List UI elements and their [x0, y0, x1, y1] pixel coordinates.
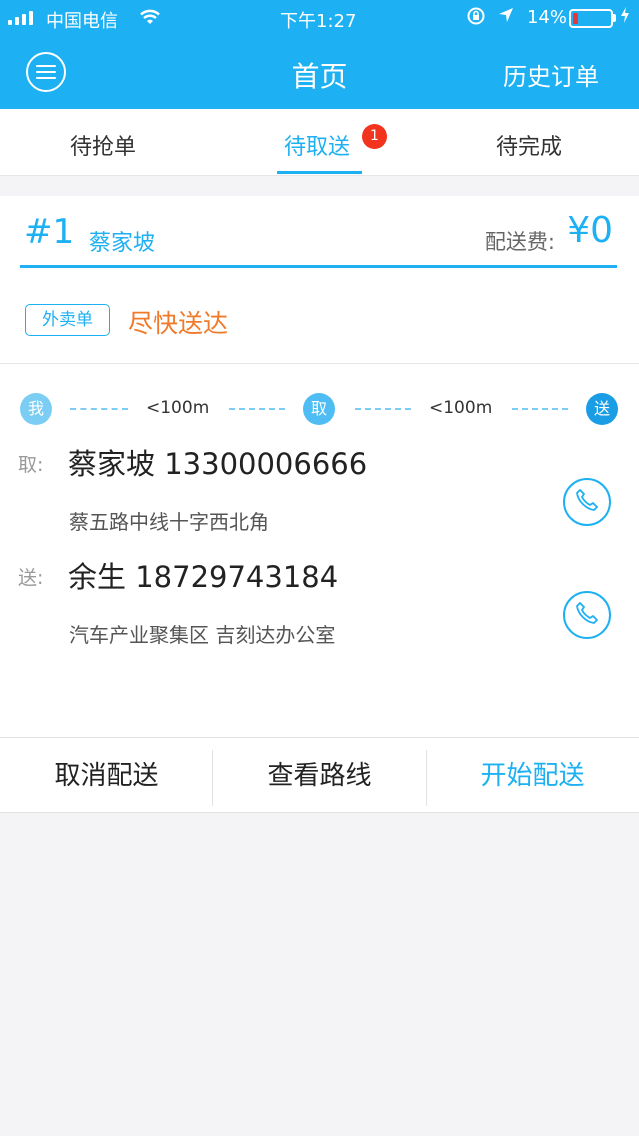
- phone-icon: [574, 487, 600, 517]
- order-card: #1 蔡家坡 配送费: ¥0 外卖单 尽快送达 我 <100m 取 <100m …: [0, 196, 639, 737]
- route-node-me: 我: [20, 393, 52, 425]
- pickup-label: 取:: [18, 454, 44, 476]
- route-node-dropoff: 送: [586, 393, 618, 425]
- battery-percent: 14%: [527, 7, 568, 28]
- battery-icon: [569, 9, 613, 28]
- clock: 下午1:27: [280, 11, 357, 32]
- delivery-fee-value: ¥0: [567, 210, 613, 251]
- tab-pending-complete[interactable]: 待完成: [496, 129, 562, 161]
- top-bar: 中国电信 下午1:27 14% 首页 历史订单: [0, 0, 639, 109]
- route-dash: [229, 408, 285, 410]
- pickup-address: 蔡五路中线十字西北角: [69, 510, 269, 534]
- history-orders-button[interactable]: 历史订单: [503, 57, 599, 92]
- dropoff-contact: 余生 18729743184: [68, 560, 339, 594]
- view-route-button[interactable]: 查看路线: [213, 738, 426, 814]
- tab-bar: 待抢单 待取送 待完成: [0, 109, 639, 176]
- action-bar: 取消配送 查看路线 开始配送: [0, 737, 639, 813]
- order-number: #1: [24, 212, 75, 252]
- tab-badge: 1: [362, 124, 387, 149]
- urgency-text: 尽快送达: [128, 309, 229, 338]
- call-pickup-button[interactable]: [563, 478, 611, 526]
- section-divider: [0, 363, 639, 364]
- status-bar: 中国电信 下午1:27 14%: [0, 0, 639, 36]
- carrier-label: 中国电信: [46, 11, 118, 32]
- rotation-lock-icon: [466, 6, 486, 31]
- order-store-name: 蔡家坡: [89, 231, 156, 256]
- order-header-divider: [20, 265, 617, 268]
- active-tab-indicator: [277, 171, 362, 174]
- route-dash: [512, 408, 568, 410]
- route-dash: [70, 408, 128, 410]
- delivery-fee-label: 配送费:: [484, 230, 555, 254]
- dropoff-address: 汽车产业聚集区 吉刻达办公室: [69, 623, 336, 647]
- signal-icon: [8, 11, 33, 25]
- cancel-delivery-button[interactable]: 取消配送: [0, 738, 213, 814]
- route-distance-1: <100m: [146, 398, 210, 418]
- route-distance-2: <100m: [429, 398, 493, 418]
- order-type-tag: 外卖单: [25, 304, 110, 336]
- dropoff-label: 送:: [18, 567, 44, 589]
- start-delivery-button[interactable]: 开始配送: [426, 738, 639, 814]
- phone-icon: [574, 600, 600, 630]
- wifi-icon: [139, 8, 161, 31]
- route-node-pickup: 取: [303, 393, 335, 425]
- call-dropoff-button[interactable]: [563, 591, 611, 639]
- charging-icon: [620, 6, 630, 29]
- tab-pending-grab[interactable]: 待抢单: [70, 129, 136, 161]
- pickup-contact: 蔡家坡 13300006666: [68, 447, 368, 481]
- route-dash: [355, 408, 411, 410]
- tab-pending-pickup[interactable]: 待取送: [284, 129, 350, 161]
- location-icon: [497, 6, 515, 29]
